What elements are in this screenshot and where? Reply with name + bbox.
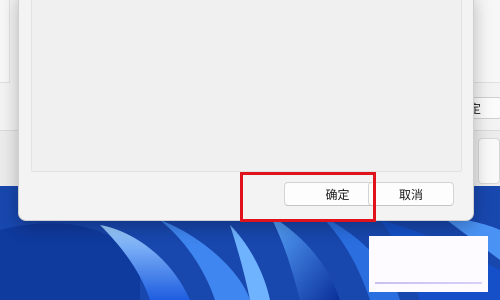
dialog-content-area <box>31 0 462 172</box>
corner-watermark <box>369 236 488 292</box>
background-left-pane <box>0 0 10 83</box>
watermark-line <box>375 282 482 284</box>
dialog-window: 确定 取消 <box>18 0 474 221</box>
cancel-button[interactable]: 取消 <box>368 182 454 206</box>
background-side-control[interactable] <box>478 138 500 184</box>
